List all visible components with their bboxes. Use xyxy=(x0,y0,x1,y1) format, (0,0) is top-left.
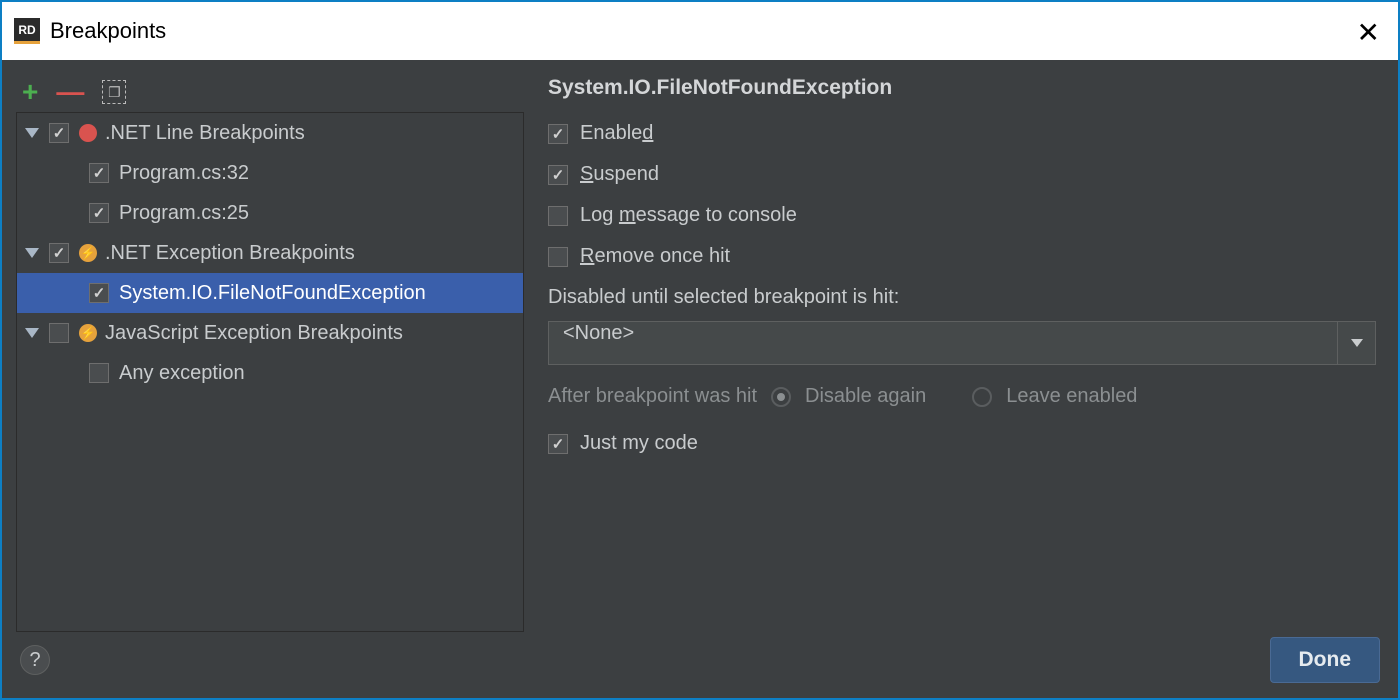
log-message-label: Log message to console xyxy=(580,204,797,227)
dialog-footer: ? Done xyxy=(16,632,1384,688)
add-breakpoint-button[interactable]: + xyxy=(22,76,38,108)
tree-group[interactable]: .NET Line Breakpoints xyxy=(17,113,523,153)
leave-enabled-radio[interactable] xyxy=(972,387,992,407)
item-label: System.IO.FileNotFoundException xyxy=(119,282,426,305)
item-checkbox[interactable] xyxy=(89,363,109,383)
disabled-until-dropdown[interactable]: <None> xyxy=(548,321,1376,365)
item-label: Any exception xyxy=(119,362,245,385)
content-area: + — ❐ .NET Line Breakpoints Program.cs:3… xyxy=(16,72,1384,632)
just-my-code-checkbox[interactable] xyxy=(548,434,568,454)
suspend-label: Suspend xyxy=(580,163,659,186)
dialog-body: + — ❐ .NET Line Breakpoints Program.cs:3… xyxy=(2,60,1398,698)
titlebar: RD Breakpoints ✕ xyxy=(2,2,1398,60)
leave-enabled-label: Leave enabled xyxy=(1006,385,1137,408)
close-icon[interactable]: ✕ xyxy=(1357,16,1380,49)
group-by-button[interactable]: ❐ xyxy=(102,80,126,104)
disable-again-radio[interactable] xyxy=(771,387,791,407)
item-label: Program.cs:32 xyxy=(119,162,249,185)
breakpoints-dialog: RD Breakpoints ✕ + — ❐ .NET Line Breakpo… xyxy=(0,0,1400,700)
tree-toolbar: + — ❐ xyxy=(16,72,524,112)
disclosure-icon[interactable] xyxy=(25,248,39,258)
disabled-until-label: Disabled until selected breakpoint is hi… xyxy=(548,286,1376,309)
remove-once-hit-option[interactable]: Remove once hit xyxy=(548,245,1376,268)
group-label: .NET Exception Breakpoints xyxy=(105,242,355,265)
group-checkbox[interactable] xyxy=(49,323,69,343)
disable-again-label: Disable again xyxy=(805,385,926,408)
group-label: JavaScript Exception Breakpoints xyxy=(105,322,403,345)
breakpoint-details-pane: System.IO.FileNotFoundException Enabled … xyxy=(524,72,1384,632)
exception-bolt-icon: ⚡ xyxy=(79,324,97,342)
disclosure-icon[interactable] xyxy=(25,328,39,338)
tree-group[interactable]: ⚡ .NET Exception Breakpoints xyxy=(17,233,523,273)
dropdown-toggle[interactable] xyxy=(1338,321,1376,365)
item-checkbox[interactable] xyxy=(89,203,109,223)
just-my-code-option[interactable]: Just my code xyxy=(548,432,1376,455)
chevron-down-icon xyxy=(1351,339,1363,347)
help-button[interactable]: ? xyxy=(20,645,50,675)
item-checkbox[interactable] xyxy=(89,163,109,183)
suspend-option[interactable]: Suspend xyxy=(548,163,1376,186)
group-label: .NET Line Breakpoints xyxy=(105,122,305,145)
item-label: Program.cs:25 xyxy=(119,202,249,225)
log-message-option[interactable]: Log message to console xyxy=(548,204,1376,227)
tree-group[interactable]: ⚡ JavaScript Exception Breakpoints xyxy=(17,313,523,353)
tree-item[interactable]: Program.cs:32 xyxy=(17,153,523,193)
group-checkbox[interactable] xyxy=(49,123,69,143)
breakpoints-tree-pane: + — ❐ .NET Line Breakpoints Program.cs:3… xyxy=(16,72,524,632)
just-my-code-label: Just my code xyxy=(580,432,698,455)
remove-once-hit-checkbox[interactable] xyxy=(548,247,568,267)
breakpoints-tree[interactable]: .NET Line Breakpoints Program.cs:32 Prog… xyxy=(16,112,524,632)
after-hit-label: After breakpoint was hit xyxy=(548,385,757,408)
log-message-checkbox[interactable] xyxy=(548,206,568,226)
after-hit-row: After breakpoint was hit Disable again L… xyxy=(548,385,1376,408)
disclosure-icon[interactable] xyxy=(25,128,39,138)
tree-item[interactable]: Program.cs:25 xyxy=(17,193,523,233)
remove-breakpoint-button[interactable]: — xyxy=(56,76,84,108)
window-title: Breakpoints xyxy=(50,18,166,44)
tree-item[interactable]: System.IO.FileNotFoundException xyxy=(17,273,523,313)
group-checkbox[interactable] xyxy=(49,243,69,263)
details-title: System.IO.FileNotFoundException xyxy=(548,76,1376,100)
enabled-option[interactable]: Enabled xyxy=(548,122,1376,145)
breakpoint-dot-icon xyxy=(79,124,97,142)
remove-once-hit-label: Remove once hit xyxy=(580,245,730,268)
enabled-checkbox[interactable] xyxy=(548,124,568,144)
suspend-checkbox[interactable] xyxy=(548,165,568,185)
app-logo: RD xyxy=(14,18,40,44)
exception-bolt-icon: ⚡ xyxy=(79,244,97,262)
disabled-until-value[interactable]: <None> xyxy=(548,321,1338,365)
item-checkbox[interactable] xyxy=(89,283,109,303)
tree-item[interactable]: Any exception xyxy=(17,353,523,393)
done-button[interactable]: Done xyxy=(1270,637,1381,683)
enabled-label: Enabled xyxy=(580,122,653,145)
